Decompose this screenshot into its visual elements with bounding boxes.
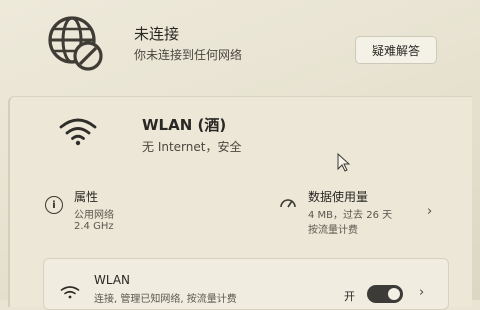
wifi-icon xyxy=(59,118,97,146)
network-settings-page: 未连接 你未连接到任何网络 疑难解答 WLAN (酒) 无 Internet，安… xyxy=(0,0,480,310)
gauge-icon xyxy=(280,199,296,208)
wlan-description: 连接, 管理已知网络, 按流量计费 xyxy=(94,294,237,305)
chevron-right-icon[interactable]: › xyxy=(419,285,424,300)
wifi-icon xyxy=(60,286,80,299)
status-description: 你未连接到任何网络 xyxy=(134,48,243,62)
wlan-toggle[interactable] xyxy=(367,285,403,303)
toggle-knob xyxy=(388,288,400,300)
globe-disconnected-icon xyxy=(48,16,103,71)
info-icon: i xyxy=(45,196,63,214)
network-name[interactable]: WLAN (酒) xyxy=(142,114,226,135)
mouse-cursor-icon xyxy=(337,153,351,172)
data-usage-metered: 按流量计费 xyxy=(308,225,358,236)
chevron-right-icon[interactable]: › xyxy=(427,204,432,219)
data-usage-amount: 4 MB，过去 26 天 xyxy=(308,210,393,221)
properties-network-type: 公用网络 xyxy=(74,210,114,221)
wlan-toggle-label: 开 xyxy=(344,290,355,303)
properties-band: 2.4 GHz xyxy=(74,221,114,232)
status-title: 未连接 xyxy=(134,25,180,43)
data-usage-title[interactable]: 数据使用量 xyxy=(308,188,368,205)
troubleshoot-button[interactable]: 疑难解答 xyxy=(355,36,437,64)
wlan-title: WLAN xyxy=(94,273,131,287)
network-status: 无 Internet，安全 xyxy=(142,140,242,154)
properties-title[interactable]: 属性 xyxy=(74,188,98,205)
